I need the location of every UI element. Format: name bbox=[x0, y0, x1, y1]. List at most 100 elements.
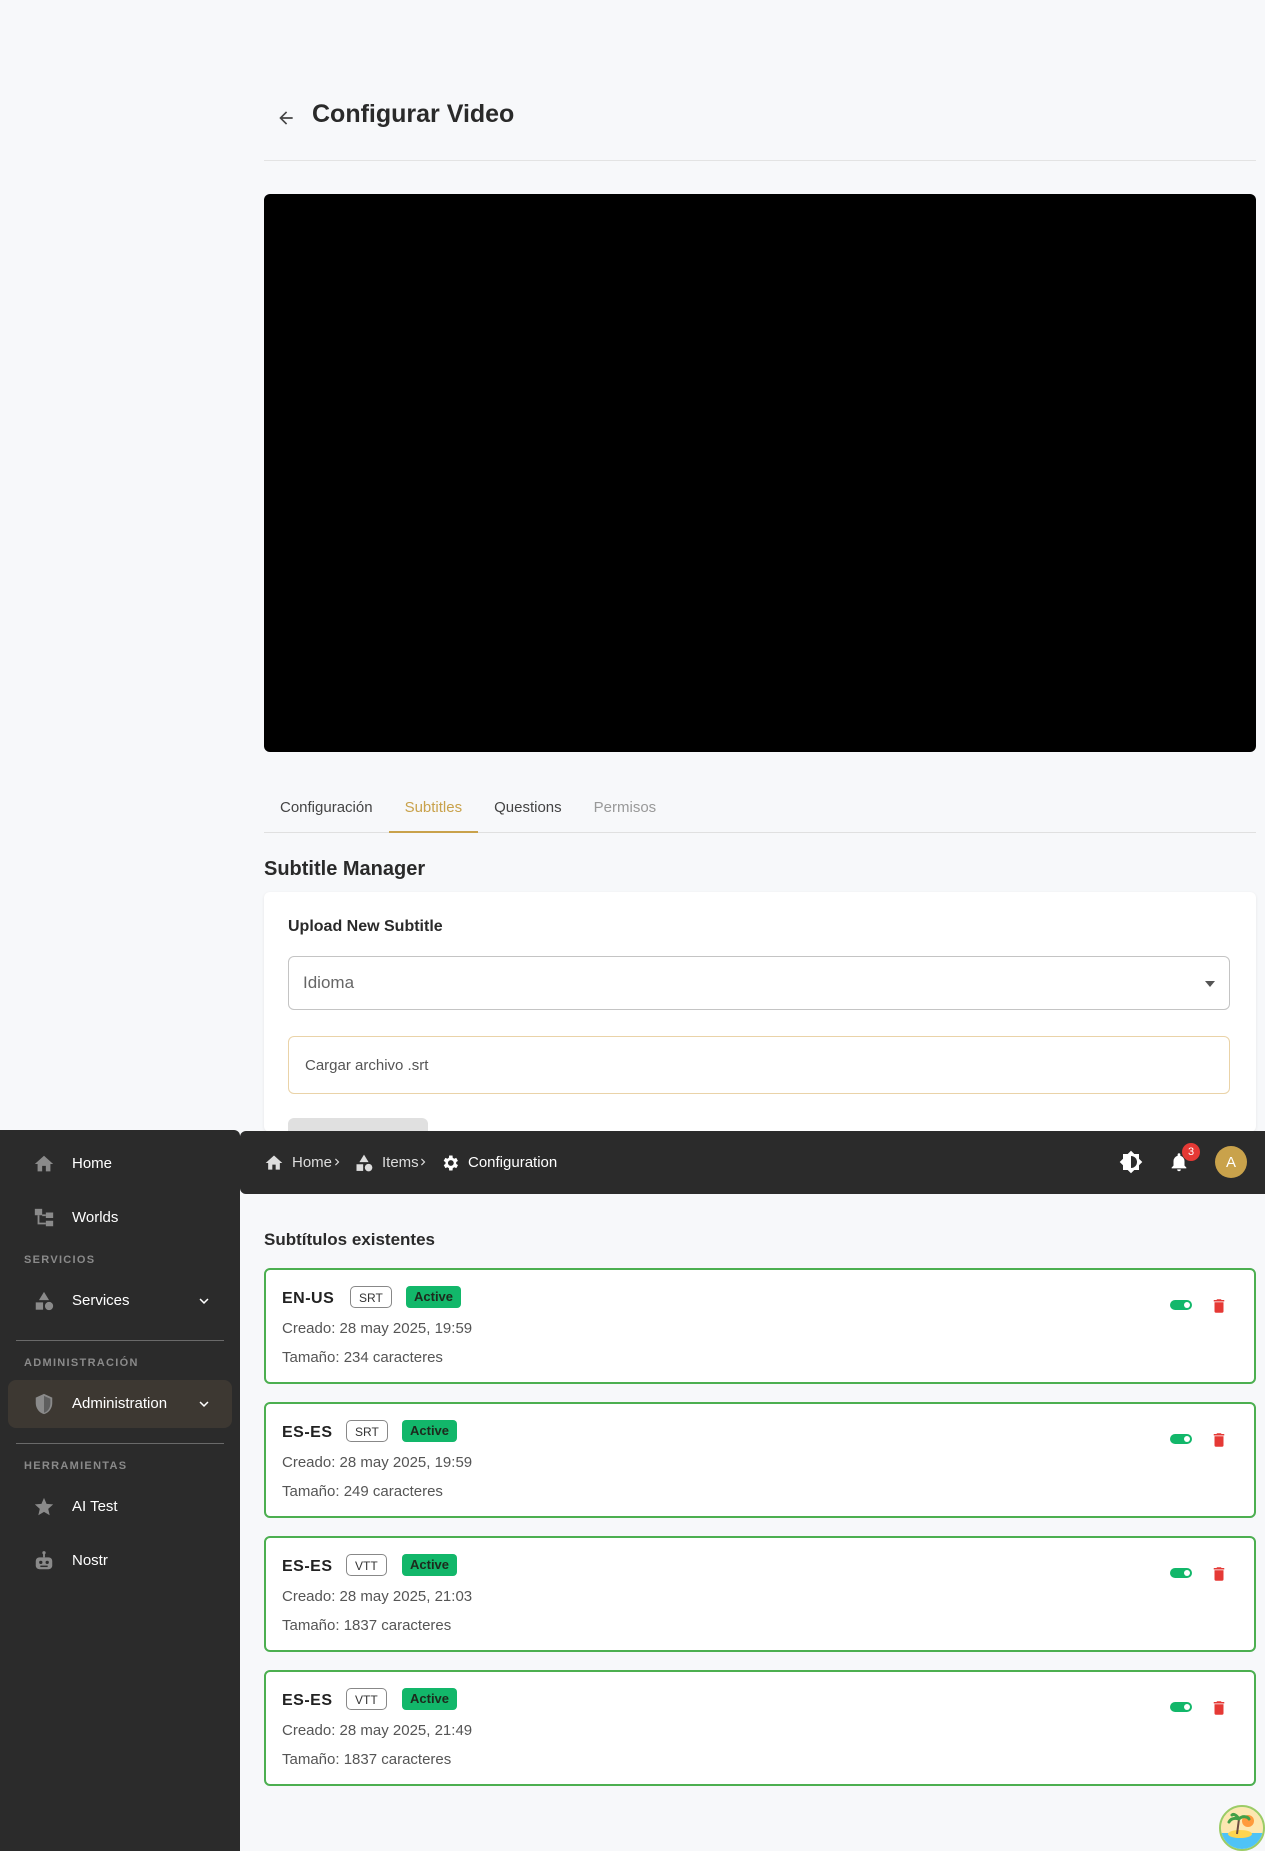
toggle-active-button[interactable] bbox=[1170, 1700, 1192, 1714]
top-bar: Home Items Configuration 3 A bbox=[240, 1131, 1265, 1194]
star-icon bbox=[32, 1495, 56, 1519]
subtitle-size: Tamaño: 1837 caracteres bbox=[282, 1617, 452, 1634]
status-badge: Active bbox=[406, 1286, 462, 1308]
tab-configuracion[interactable]: Configuración bbox=[264, 784, 389, 832]
shapes-icon bbox=[32, 1289, 56, 1313]
sidebar-heading-herramientas: HERRAMIENTAS bbox=[24, 1460, 128, 1472]
format-chip: SRT bbox=[346, 1420, 388, 1442]
breadcrumb-configuration-label: Configuration bbox=[468, 1154, 558, 1171]
upload-button[interactable] bbox=[288, 1118, 428, 1132]
created-date: Creado: 28 may 2025, 19:59 bbox=[282, 1320, 473, 1337]
page-header: Configurar Video bbox=[264, 92, 1256, 161]
delete-button[interactable] bbox=[1210, 1564, 1228, 1584]
subtitle-language: ES-ES bbox=[282, 1424, 333, 1441]
toggle-knob bbox=[1184, 1302, 1190, 1308]
trash-icon bbox=[1213, 1567, 1225, 1581]
sidebar-heading-administracion: ADMINISTRACIÓN bbox=[24, 1357, 139, 1369]
format-chip: SRT bbox=[350, 1286, 392, 1308]
sidebar-item-label: Services bbox=[72, 1292, 130, 1309]
breadcrumb-configuration[interactable]: Configuration bbox=[440, 1131, 557, 1194]
assistant-bubble[interactable] bbox=[1219, 1805, 1265, 1851]
tab-questions[interactable]: Questions bbox=[478, 784, 578, 832]
subtitle-card: ES-ES VTT Active Creado: 28 may 2025, 21… bbox=[264, 1670, 1256, 1786]
chevron-down-icon bbox=[194, 1291, 214, 1311]
sidebar-divider bbox=[16, 1340, 224, 1341]
sidebar-item-administration[interactable]: Administration bbox=[8, 1380, 232, 1428]
chevron-down-icon bbox=[194, 1394, 214, 1414]
home-icon bbox=[32, 1152, 56, 1176]
chevron-right-icon bbox=[328, 1153, 346, 1171]
subtitle-language: ES-ES bbox=[282, 1558, 333, 1575]
status-badge: Active bbox=[402, 1554, 458, 1576]
island-icon bbox=[1221, 1807, 1263, 1849]
language-select[interactable]: Idioma bbox=[288, 956, 1230, 1010]
toggle-knob bbox=[1184, 1704, 1190, 1710]
sidebar-item-label: Nostr bbox=[72, 1552, 108, 1569]
sidebar-item-label: AI Test bbox=[72, 1498, 118, 1515]
format-chip: VTT bbox=[346, 1554, 387, 1576]
brightness-icon bbox=[1119, 1150, 1143, 1174]
video-player[interactable] bbox=[264, 194, 1256, 752]
existing-subtitles-title: Subtítulos existentes bbox=[264, 1230, 435, 1249]
file-upload-label: Cargar archivo .srt bbox=[305, 1057, 429, 1074]
gear-icon bbox=[443, 1155, 458, 1170]
status-badge: Active bbox=[402, 1688, 458, 1710]
upload-title: Upload New Subtitle bbox=[288, 918, 443, 935]
sidebar-item-ai-test[interactable]: AI Test bbox=[8, 1483, 232, 1531]
sidebar: Home Worlds SERVICIOS Services ADMINISTR… bbox=[0, 1130, 240, 1851]
toggle-active-button[interactable] bbox=[1170, 1432, 1192, 1446]
tab-permisos[interactable]: Permisos bbox=[578, 784, 673, 832]
subtitle-size: Tamaño: 1837 caracteres bbox=[282, 1751, 452, 1768]
sidebar-item-home[interactable]: Home bbox=[8, 1140, 232, 1188]
sidebar-item-worlds[interactable]: Worlds bbox=[8, 1194, 232, 1242]
subtitle-manager-title: Subtitle Manager bbox=[264, 858, 426, 880]
sidebar-item-services[interactable]: Services bbox=[8, 1277, 232, 1325]
subtitle-language: ES-ES bbox=[282, 1692, 333, 1709]
sidebar-item-label: Administration bbox=[72, 1395, 168, 1412]
delete-button[interactable] bbox=[1210, 1698, 1228, 1718]
delete-button[interactable] bbox=[1210, 1296, 1228, 1316]
toggle-knob bbox=[1184, 1570, 1190, 1576]
subtitle-card: ES-ES VTT Active Creado: 28 may 2025, 21… bbox=[264, 1536, 1256, 1652]
home-icon bbox=[265, 1155, 283, 1170]
notifications-button[interactable]: 3 bbox=[1164, 1143, 1200, 1177]
page-title: Configurar Video bbox=[312, 100, 515, 128]
chevron-right-icon bbox=[414, 1153, 432, 1171]
sidebar-heading-servicios: SERVICIOS bbox=[24, 1254, 96, 1266]
toggle-knob bbox=[1184, 1436, 1190, 1442]
subtitle-size: Tamaño: 234 caracteres bbox=[282, 1349, 443, 1366]
shield-icon bbox=[32, 1392, 56, 1416]
back-button[interactable] bbox=[272, 104, 300, 132]
notification-badge: 3 bbox=[1182, 1143, 1200, 1161]
tab-bar: Configuración Subtitles Questions Permis… bbox=[264, 784, 1256, 833]
tab-subtitles[interactable]: Subtitles bbox=[388, 784, 479, 833]
toggle-active-button[interactable] bbox=[1170, 1298, 1192, 1312]
trash-icon bbox=[1213, 1299, 1225, 1313]
created-date: Creado: 28 may 2025, 21:49 bbox=[282, 1722, 473, 1739]
avatar[interactable]: A bbox=[1215, 1146, 1247, 1178]
delete-button[interactable] bbox=[1210, 1430, 1228, 1450]
upload-card: Upload New Subtitle Idioma Cargar archiv… bbox=[264, 892, 1256, 1132]
trash-icon bbox=[1213, 1701, 1225, 1715]
toggle-active-button[interactable] bbox=[1170, 1566, 1192, 1580]
sidebar-item-label: Home bbox=[72, 1155, 113, 1172]
file-upload-field[interactable]: Cargar archivo .srt bbox=[288, 1036, 1230, 1094]
subtitle-card: EN-US SRT Active Creado: 28 may 2025, 19… bbox=[264, 1268, 1256, 1384]
caret-down-icon bbox=[1205, 981, 1215, 987]
created-date: Creado: 28 may 2025, 21:03 bbox=[282, 1588, 473, 1605]
shapes-icon bbox=[356, 1154, 373, 1171]
subtitle-size: Tamaño: 249 caracteres bbox=[282, 1483, 443, 1500]
breadcrumb-home[interactable]: Home bbox=[264, 1131, 332, 1194]
breadcrumb-items[interactable]: Items bbox=[354, 1131, 419, 1194]
created-date: Creado: 28 may 2025, 19:59 bbox=[282, 1454, 473, 1471]
arrow-left-icon bbox=[279, 111, 293, 125]
sidebar-item-label: Worlds bbox=[72, 1209, 119, 1226]
sidebar-item-nostr[interactable]: Nostr bbox=[8, 1537, 232, 1585]
theme-toggle-button[interactable] bbox=[1116, 1147, 1146, 1177]
subtitle-language: EN-US bbox=[282, 1290, 335, 1307]
language-select-placeholder: Idioma bbox=[303, 973, 355, 992]
status-badge: Active bbox=[402, 1420, 458, 1442]
breadcrumb-home-label: Home bbox=[292, 1154, 333, 1171]
robot-icon bbox=[32, 1549, 56, 1573]
trash-icon bbox=[1213, 1433, 1225, 1447]
